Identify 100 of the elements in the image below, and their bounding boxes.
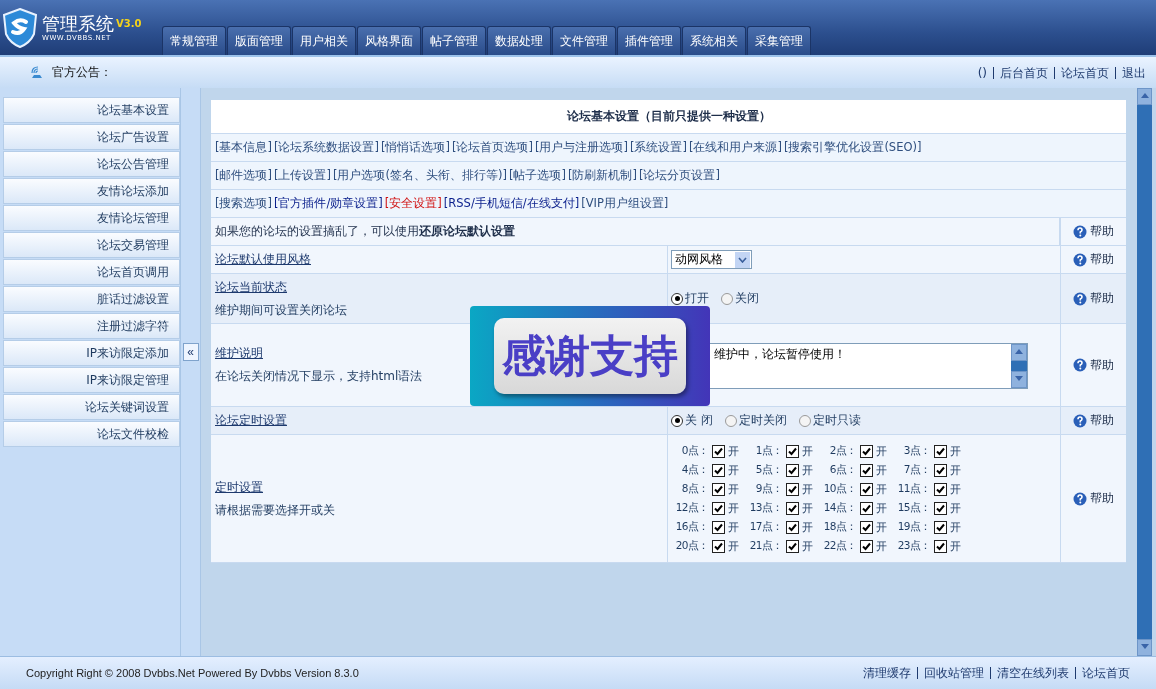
help-icon <box>1073 491 1087 506</box>
sidebar-item[interactable]: IP来访限定管理 <box>3 367 180 393</box>
hour-checkbox[interactable]: 14点： 开 <box>819 500 893 516</box>
sidebar-item[interactable]: 论坛基本设置 <box>3 97 180 123</box>
hour-checkbox[interactable]: 3点： 开 <box>893 443 967 459</box>
settings-link[interactable]: [邮件选项] <box>215 168 272 183</box>
settings-link[interactable]: [用户与注册选项] <box>534 140 628 155</box>
settings-link[interactable]: [上传设置] <box>274 168 331 183</box>
settings-link[interactable]: [VIP用户组设置] <box>581 196 669 211</box>
hour-checkbox[interactable]: 12点： 开 <box>671 500 745 516</box>
sidebar-item[interactable]: 论坛公告管理 <box>3 151 180 177</box>
footer-link[interactable]: 论坛首页 <box>1075 667 1136 679</box>
nav-tab[interactable]: 版面管理 <box>227 26 291 55</box>
nav-tab[interactable]: 系统相关 <box>682 26 746 55</box>
settings-link[interactable]: [论坛分页设置] <box>638 168 720 183</box>
hour-checkbox[interactable]: 2点： 开 <box>819 443 893 459</box>
hour-checkbox[interactable]: 1点： 开 <box>745 443 819 459</box>
nav-tab[interactable]: 帖子管理 <box>422 26 486 55</box>
help-link[interactable]: 帮助 <box>1073 290 1114 307</box>
hour-checkbox[interactable]: 0点： 开 <box>671 443 745 459</box>
hour-checkbox[interactable]: 17点： 开 <box>745 519 819 535</box>
shield-logo-icon <box>2 7 38 48</box>
hour-checkbox[interactable]: 22点： 开 <box>819 538 893 554</box>
sidebar-item[interactable]: 友情论坛添加 <box>3 178 180 204</box>
settings-link[interactable]: [官方插件/勋章设置] <box>274 196 383 211</box>
hour-checkbox[interactable]: 19点： 开 <box>893 519 967 535</box>
textarea-scrollbar[interactable] <box>1011 344 1027 388</box>
sidebar-item[interactable]: 论坛广告设置 <box>3 124 180 150</box>
sidebar-item[interactable]: 注册过滤字符 <box>3 313 180 339</box>
copyright-text: Copyright Right © 2008 Dvbbs.Net Powered By Dvbbs Version 8.3.0 <box>26 667 360 679</box>
radio-option[interactable]: 打开 <box>671 290 709 307</box>
hour-checkbox[interactable]: 16点： 开 <box>671 519 745 535</box>
hour-checkbox[interactable]: 8点： 开 <box>671 481 745 497</box>
help-link[interactable]: 帮助 <box>1073 223 1115 240</box>
settings-link[interactable]: [安全设置] <box>384 196 442 211</box>
help-link[interactable]: 帮助 <box>1073 356 1114 374</box>
sidebar-item[interactable]: IP来访限定添加 <box>3 340 180 366</box>
footer-link[interactable]: 清理缓存 <box>857 667 917 679</box>
hour-checkbox[interactable]: 9点： 开 <box>745 481 819 497</box>
caret-down-icon[interactable] <box>738 256 747 263</box>
nav-tab[interactable]: 文件管理 <box>552 26 616 55</box>
hour-checkbox[interactable]: 15点： 开 <box>893 500 967 516</box>
header-link[interactable]: 后台首页 <box>993 66 1054 79</box>
header-link[interactable]: 论坛首页 <box>1054 66 1115 79</box>
collapse-button[interactable]: « <box>182 343 199 361</box>
help-icon <box>1073 291 1087 306</box>
hour-checkbox[interactable]: 11点： 开 <box>893 481 967 497</box>
radio-option[interactable]: 定时关闭 <box>724 412 787 429</box>
setting-title-link[interactable]: 论坛定时设置 <box>215 412 287 429</box>
radio-option[interactable]: 定时只读 <box>798 412 861 429</box>
hour-checkbox[interactable]: 18点： 开 <box>819 519 893 535</box>
nav-tab[interactable]: 数据处理 <box>487 26 551 55</box>
hour-checkbox[interactable]: 7点： 开 <box>893 462 967 478</box>
sidebar-item[interactable]: 论坛文件校检 <box>3 421 180 447</box>
help-link[interactable]: 帮助 <box>1073 412 1114 429</box>
nav-tab[interactable]: 风格界面 <box>357 26 421 55</box>
hour-checkbox[interactable]: 6点： 开 <box>819 462 893 478</box>
hour-checkbox[interactable]: 23点： 开 <box>893 538 967 554</box>
style-select[interactable]: 动网风格 <box>671 250 752 269</box>
radio-option[interactable]: 关闭 <box>721 290 759 307</box>
footer-link[interactable]: 清空在线列表 <box>990 667 1075 679</box>
sidebar-item[interactable]: 友情论坛管理 <box>3 205 180 231</box>
sidebar-item[interactable]: 论坛关键词设置 <box>3 394 180 420</box>
settings-link[interactable]: [用户选项(签名、头衔、排行等)] <box>332 168 507 183</box>
sidebar-item[interactable]: 脏话过滤设置 <box>3 286 180 312</box>
help-link[interactable]: 帮助 <box>1073 490 1114 507</box>
settings-link[interactable]: [系统设置] <box>629 140 687 155</box>
sidebar-item[interactable]: 论坛交易管理 <box>3 232 180 258</box>
header-link[interactable]: 退出 <box>1115 66 1152 79</box>
settings-link[interactable]: [在线和用户来源] <box>688 140 782 155</box>
settings-link[interactable]: [搜索选项] <box>215 196 272 211</box>
hour-checkbox[interactable]: 21点： 开 <box>745 538 819 554</box>
hour-checkbox[interactable]: 5点： 开 <box>745 462 819 478</box>
hour-checkbox[interactable]: 4点： 开 <box>671 462 745 478</box>
help-link[interactable]: 帮助 <box>1073 251 1114 268</box>
setting-title-link[interactable]: 维护说明 <box>215 345 263 362</box>
settings-link[interactable]: [RSS/手机短信/在线支付] <box>443 196 580 211</box>
nav-tab[interactable]: 常规管理 <box>162 26 226 55</box>
nav-tab[interactable]: 用户相关 <box>292 26 356 55</box>
settings-link[interactable]: [搜索引擎优化设置(SEO)] <box>783 140 922 155</box>
hour-checkbox[interactable]: 20点： 开 <box>671 538 745 554</box>
nav-tab[interactable]: 采集管理 <box>747 26 811 55</box>
setting-title-link[interactable]: 论坛默认使用风格 <box>215 251 311 268</box>
broadcast-icon <box>30 65 44 80</box>
radio-option[interactable]: 关 闭 <box>671 412 713 429</box>
settings-link[interactable]: [论坛系统数据设置] <box>274 140 379 155</box>
settings-link[interactable]: [防刷新机制] <box>567 168 637 183</box>
settings-link[interactable]: [悄悄话选项] <box>380 140 450 155</box>
sidebar-item[interactable]: 论坛首页调用 <box>3 259 180 285</box>
hour-checkbox[interactable]: 13点： 开 <box>745 500 819 516</box>
help-icon <box>1073 252 1087 267</box>
settings-link[interactable]: [论坛首页选项] <box>451 140 533 155</box>
hour-checkbox[interactable]: 10点： 开 <box>819 481 893 497</box>
header-link[interactable]: () <box>971 66 993 79</box>
footer-link[interactable]: 回收站管理 <box>917 667 990 679</box>
settings-link[interactable]: [基本信息] <box>215 140 272 155</box>
nav-tab[interactable]: 插件管理 <box>617 26 681 55</box>
settings-link[interactable]: [帖子选项] <box>508 168 566 183</box>
setting-title-link[interactable]: 定时设置 <box>215 478 263 496</box>
setting-title-link[interactable]: 论坛当前状态 <box>215 278 287 296</box>
